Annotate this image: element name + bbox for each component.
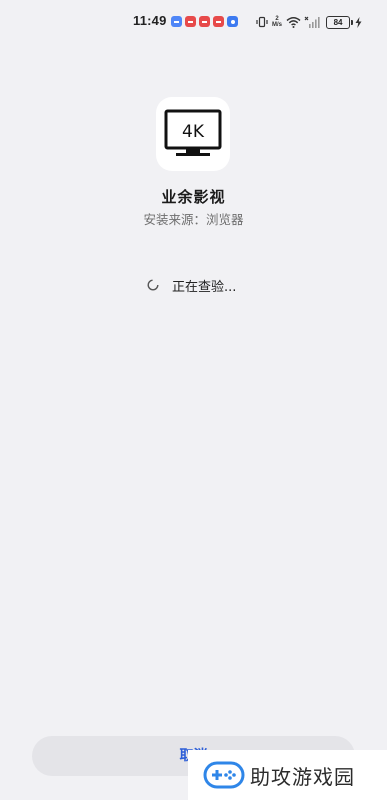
app-icon-label: 4K (182, 122, 205, 142)
watermark-text: 助攻游戏园 (250, 764, 355, 789)
status-time: 11:49 (133, 13, 167, 28)
checking-status: 正在查验... (147, 276, 237, 295)
blue-app-notification-icon (171, 16, 182, 27)
blue-app-notification-icon (227, 16, 238, 27)
tv-4k-icon: 4K (164, 109, 222, 156)
loading-spinner-icon (147, 279, 159, 291)
notification-icons (171, 16, 238, 27)
battery-indicator: 84 (326, 15, 354, 29)
vibrate-icon (256, 16, 268, 28)
install-source-label: 安装来源： (143, 212, 206, 227)
speed-unit: M/s (272, 22, 283, 28)
install-source-value: 浏览器 (206, 212, 244, 227)
charging-icon (355, 16, 362, 28)
status-bar: 11:49 2 M/s 84 (0, 0, 387, 44)
red-app-notification-icon (213, 16, 224, 27)
wifi-icon (286, 17, 301, 28)
app-name: 业余影视 (161, 188, 226, 206)
red-app-notification-icon (199, 16, 210, 27)
checking-text: 正在查验... (172, 279, 237, 295)
system-icons: 2 M/s 84 (256, 13, 362, 31)
app-icon: 4K (156, 97, 230, 171)
install-source: 安装来源：浏览器 (0, 209, 387, 228)
gamepad-logo-icon (203, 761, 245, 789)
network-speed: 2 M/s (272, 16, 282, 28)
signal-icon (304, 16, 320, 28)
red-app-notification-icon (185, 16, 196, 27)
watermark: 助攻游戏园 (188, 750, 387, 800)
